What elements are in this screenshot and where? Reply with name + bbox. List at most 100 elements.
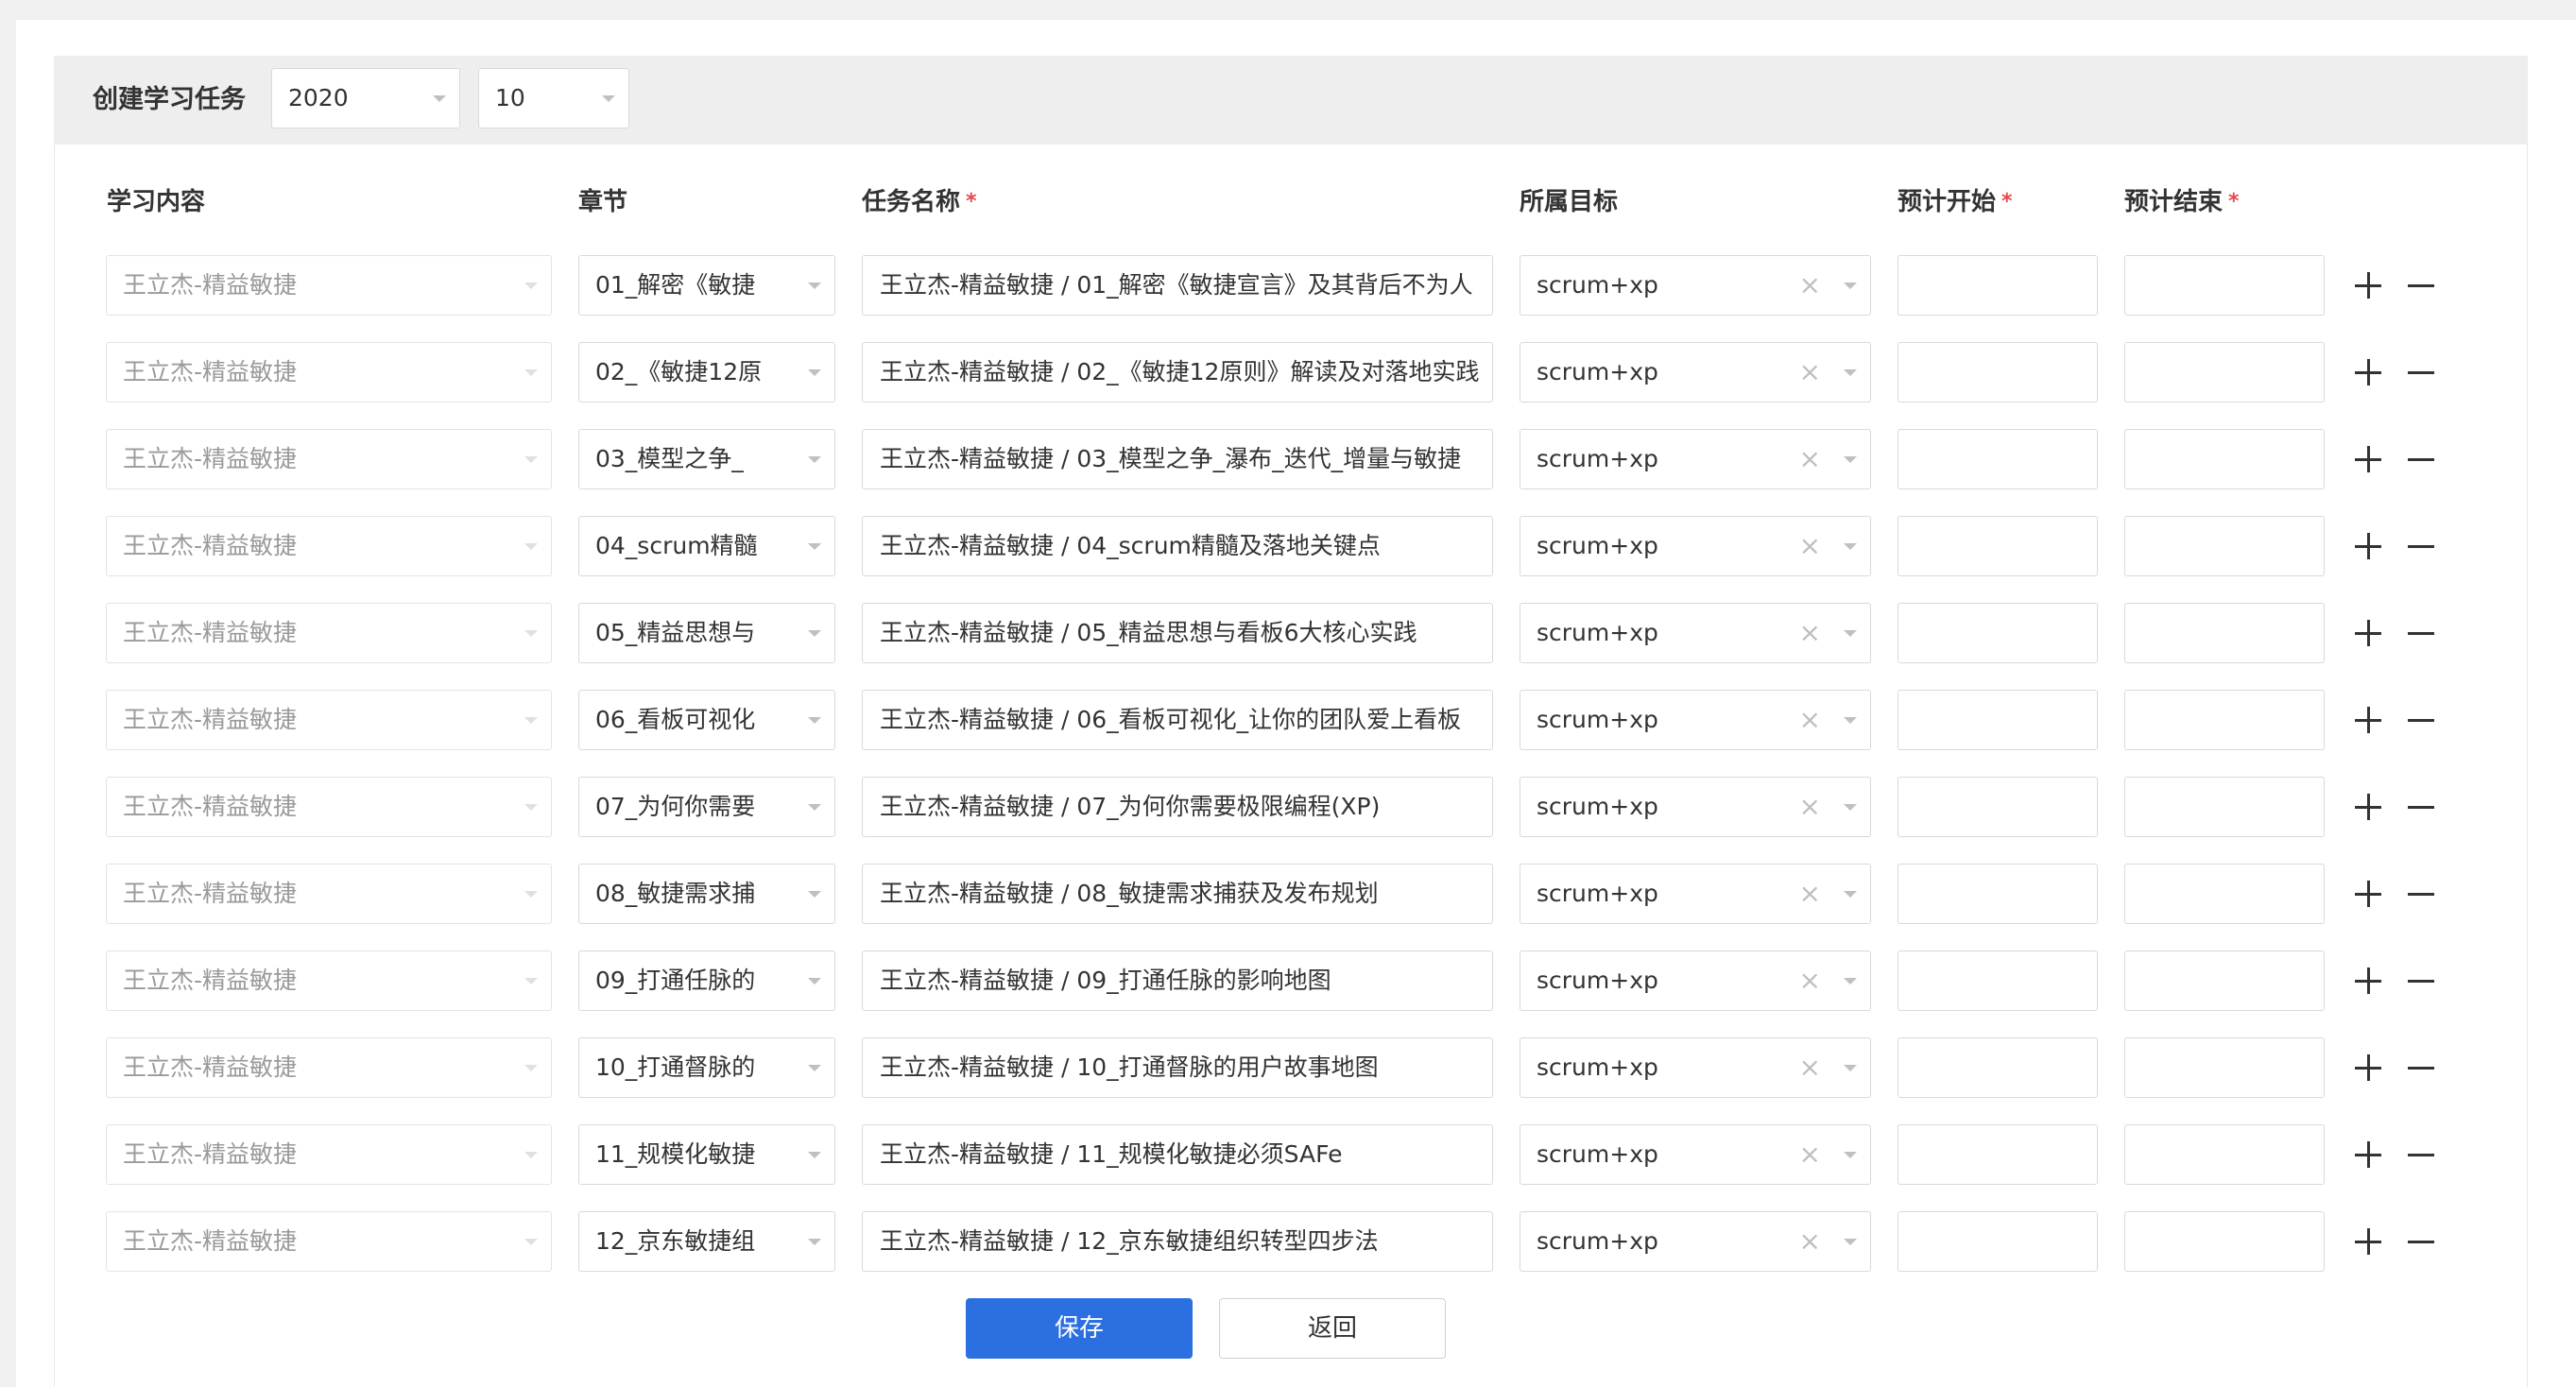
close-icon[interactable]: × <box>1799 1125 1821 1184</box>
task-name-input[interactable]: 王立杰-精益敏捷 / 05_精益思想与看板6大核心实践 <box>862 603 1493 663</box>
minus-icon[interactable] <box>2405 704 2437 736</box>
target-select[interactable]: scrum+xp × <box>1520 950 1871 1011</box>
plus-icon[interactable] <box>2352 617 2384 649</box>
end-date-input[interactable] <box>2124 255 2325 316</box>
minus-icon[interactable] <box>2405 1052 2437 1084</box>
close-icon[interactable]: × <box>1799 691 1821 749</box>
close-icon[interactable]: × <box>1799 951 1821 1010</box>
close-icon[interactable]: × <box>1799 517 1821 575</box>
target-select[interactable]: scrum+xp × <box>1520 1211 1871 1272</box>
plus-icon[interactable] <box>2352 1139 2384 1171</box>
end-date-input[interactable] <box>2124 516 2325 576</box>
plus-icon[interactable] <box>2352 791 2384 823</box>
start-date-input[interactable] <box>1898 950 2098 1011</box>
end-date-input[interactable] <box>2124 690 2325 750</box>
start-date-input[interactable] <box>1898 1124 2098 1185</box>
content-select[interactable]: 王立杰-精益敏捷 <box>106 690 552 750</box>
start-date-input[interactable] <box>1898 1037 2098 1098</box>
target-select[interactable]: scrum+xp × <box>1520 777 1871 837</box>
minus-icon[interactable] <box>2405 878 2437 910</box>
chapter-select[interactable]: 03_模型之争_ <box>578 429 835 489</box>
minus-icon[interactable] <box>2405 1225 2437 1258</box>
plus-icon[interactable] <box>2352 878 2384 910</box>
chapter-select[interactable]: 12_京东敏捷组 <box>578 1211 835 1272</box>
chapter-select[interactable]: 02_《敏捷12原 <box>578 342 835 402</box>
end-date-input[interactable] <box>2124 603 2325 663</box>
close-icon[interactable]: × <box>1799 865 1821 923</box>
plus-icon[interactable] <box>2352 530 2384 562</box>
minus-icon[interactable] <box>2405 1139 2437 1171</box>
plus-icon[interactable] <box>2352 965 2384 997</box>
task-name-input[interactable]: 王立杰-精益敏捷 / 06_看板可视化_让你的团队爱上看板 <box>862 690 1493 750</box>
task-name-input[interactable]: 王立杰-精益敏捷 / 12_京东敏捷组织转型四步法 <box>862 1211 1493 1272</box>
task-name-input[interactable]: 王立杰-精益敏捷 / 10_打通督脉的用户故事地图 <box>862 1037 1493 1098</box>
task-name-input[interactable]: 王立杰-精益敏捷 / 02_《敏捷12原则》解读及对落地实践 <box>862 342 1493 402</box>
task-name-input[interactable]: 王立杰-精益敏捷 / 11_规模化敏捷必须SAFe <box>862 1124 1493 1185</box>
content-select[interactable]: 王立杰-精益敏捷 <box>106 603 552 663</box>
plus-icon[interactable] <box>2352 269 2384 301</box>
content-select[interactable]: 王立杰-精益敏捷 <box>106 1124 552 1185</box>
target-select[interactable]: scrum+xp × <box>1520 516 1871 576</box>
target-select[interactable]: scrum+xp × <box>1520 342 1871 402</box>
minus-icon[interactable] <box>2405 356 2437 388</box>
month-select[interactable]: 10 <box>478 68 629 128</box>
close-icon[interactable]: × <box>1799 430 1821 488</box>
end-date-input[interactable] <box>2124 342 2325 402</box>
target-select[interactable]: scrum+xp × <box>1520 690 1871 750</box>
start-date-input[interactable] <box>1898 864 2098 924</box>
end-date-input[interactable] <box>2124 1211 2325 1272</box>
task-name-input[interactable]: 王立杰-精益敏捷 / 08_敏捷需求捕获及发布规划 <box>862 864 1493 924</box>
close-icon[interactable]: × <box>1799 604 1821 662</box>
start-date-input[interactable] <box>1898 342 2098 402</box>
close-icon[interactable]: × <box>1799 1038 1821 1097</box>
task-name-input[interactable]: 王立杰-精益敏捷 / 09_打通任脉的影响地图 <box>862 950 1493 1011</box>
close-icon[interactable]: × <box>1799 1212 1821 1271</box>
start-date-input[interactable] <box>1898 1211 2098 1272</box>
start-date-input[interactable] <box>1898 690 2098 750</box>
start-date-input[interactable] <box>1898 777 2098 837</box>
content-select[interactable]: 王立杰-精益敏捷 <box>106 1211 552 1272</box>
start-date-input[interactable] <box>1898 603 2098 663</box>
end-date-input[interactable] <box>2124 950 2325 1011</box>
chapter-select[interactable]: 09_打通任脉的 <box>578 950 835 1011</box>
target-select[interactable]: scrum+xp × <box>1520 1124 1871 1185</box>
end-date-input[interactable] <box>2124 864 2325 924</box>
chapter-select[interactable]: 01_解密《敏捷 <box>578 255 835 316</box>
target-select[interactable]: scrum+xp × <box>1520 603 1871 663</box>
target-select[interactable]: scrum+xp × <box>1520 864 1871 924</box>
content-select[interactable]: 王立杰-精益敏捷 <box>106 516 552 576</box>
content-select[interactable]: 王立杰-精益敏捷 <box>106 950 552 1011</box>
close-icon[interactable]: × <box>1799 256 1821 315</box>
minus-icon[interactable] <box>2405 443 2437 475</box>
plus-icon[interactable] <box>2352 356 2384 388</box>
minus-icon[interactable] <box>2405 617 2437 649</box>
plus-icon[interactable] <box>2352 1052 2384 1084</box>
close-icon[interactable]: × <box>1799 778 1821 836</box>
chapter-select[interactable]: 07_为何你需要 <box>578 777 835 837</box>
content-select[interactable]: 王立杰-精益敏捷 <box>106 255 552 316</box>
minus-icon[interactable] <box>2405 965 2437 997</box>
end-date-input[interactable] <box>2124 429 2325 489</box>
back-button[interactable]: 返回 <box>1219 1298 1446 1359</box>
task-name-input[interactable]: 王立杰-精益敏捷 / 03_模型之争_瀑布_迭代_增量与敏捷 <box>862 429 1493 489</box>
end-date-input[interactable] <box>2124 1124 2325 1185</box>
chapter-select[interactable]: 11_规模化敏捷 <box>578 1124 835 1185</box>
start-date-input[interactable] <box>1898 429 2098 489</box>
chapter-select[interactable]: 04_scrum精髓 <box>578 516 835 576</box>
content-select[interactable]: 王立杰-精益敏捷 <box>106 342 552 402</box>
plus-icon[interactable] <box>2352 1225 2384 1258</box>
end-date-input[interactable] <box>2124 1037 2325 1098</box>
plus-icon[interactable] <box>2352 704 2384 736</box>
save-button[interactable]: 保存 <box>966 1298 1193 1359</box>
minus-icon[interactable] <box>2405 269 2437 301</box>
task-name-input[interactable]: 王立杰-精益敏捷 / 07_为何你需要极限编程(XP) <box>862 777 1493 837</box>
start-date-input[interactable] <box>1898 255 2098 316</box>
start-date-input[interactable] <box>1898 516 2098 576</box>
chapter-select[interactable]: 10_打通督脉的 <box>578 1037 835 1098</box>
chapter-select[interactable]: 05_精益思想与 <box>578 603 835 663</box>
end-date-input[interactable] <box>2124 777 2325 837</box>
content-select[interactable]: 王立杰-精益敏捷 <box>106 429 552 489</box>
target-select[interactable]: scrum+xp × <box>1520 429 1871 489</box>
task-name-input[interactable]: 王立杰-精益敏捷 / 04_scrum精髓及落地关键点 <box>862 516 1493 576</box>
chapter-select[interactable]: 08_敏捷需求捕 <box>578 864 835 924</box>
